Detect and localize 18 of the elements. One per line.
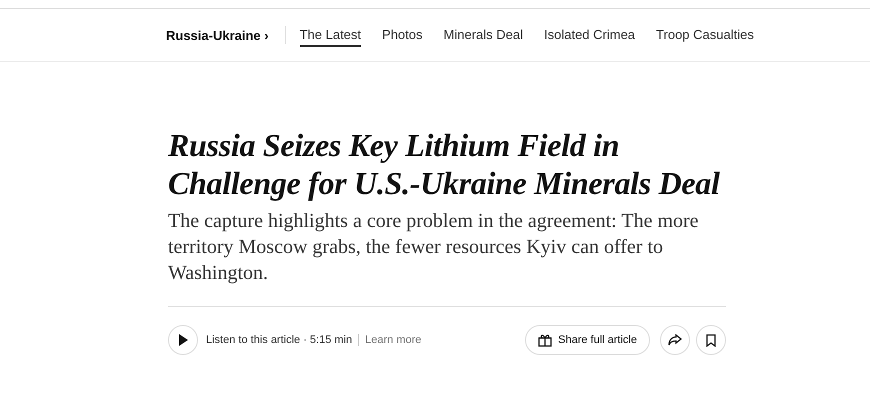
nav-tab[interactable]: Photos: [382, 24, 423, 46]
nav-tab[interactable]: The Latest: [300, 24, 362, 46]
share-icon: [668, 334, 682, 346]
nav-tab[interactable]: Minerals Deal: [444, 24, 523, 46]
nav-tab[interactable]: Troop Casualties: [656, 24, 754, 46]
bookmark-icon: [706, 334, 716, 346]
listen-label: Listen to this article · 5:15 min: [206, 334, 352, 346]
headline: Russia Seizes Key Lithium Field in Challenge for U.S.-Ukraine Minerals Deal: [168, 126, 721, 202]
learn-more-link[interactable]: Learn more: [358, 334, 422, 346]
section-link[interactable]: Russia-Ukraine ›: [166, 28, 269, 42]
bookmark-button[interactable]: [696, 325, 726, 355]
share-full-article-button[interactable]: Share full article: [525, 325, 650, 355]
play-button[interactable]: [168, 325, 198, 355]
gift-icon: [538, 333, 552, 347]
nav-tab[interactable]: Isolated Crimea: [544, 24, 636, 46]
play-icon: [178, 334, 188, 346]
share-button[interactable]: [660, 325, 690, 355]
summary: The capture highlights a core problem in the agreement: The more territory Moscow grabs, the fewer resources Kyiv can offer to Washington.: [168, 209, 700, 286]
